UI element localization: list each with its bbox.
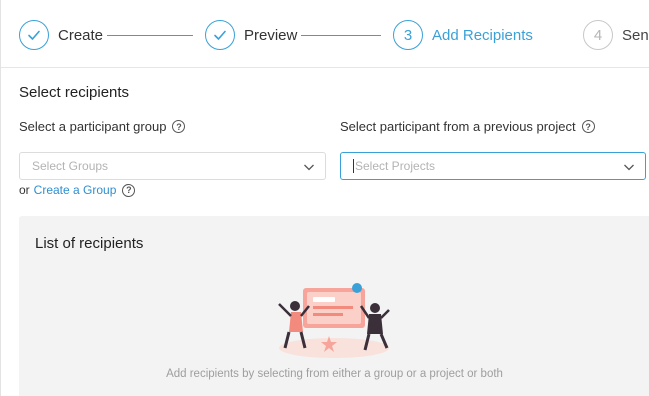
project-label-text: Select participant from a previous proje… (340, 119, 576, 134)
text-cursor (353, 159, 354, 173)
stepper: Create Preview 3 Add Recipients 4 Send (1, 0, 649, 68)
check-icon (205, 20, 235, 50)
help-icon[interactable]: ? (172, 120, 186, 133)
step-create[interactable]: Create (19, 19, 103, 51)
step-label: Preview (244, 26, 298, 44)
step-label: Send (622, 26, 649, 44)
chevron-down-icon (304, 164, 314, 171)
chevron-down-icon (624, 164, 634, 171)
step-add-recipients[interactable]: 3 Add Recipients (393, 19, 533, 51)
section-title: Select recipients (19, 84, 130, 101)
project-select-placeholder: Select Projects (355, 159, 436, 173)
step-label: Create (58, 26, 104, 44)
help-icon[interactable]: ? (581, 120, 595, 133)
empty-state-illustration (278, 283, 390, 358)
step-label: Add Recipients (432, 26, 533, 44)
project-select[interactable]: Select Projects (340, 152, 646, 180)
group-select-placeholder: Select Groups (32, 159, 109, 173)
recipients-panel: List of recipients Add recipients by sel… (19, 216, 649, 396)
create-group-link[interactable]: Create a Group (34, 183, 117, 197)
wizard-frame: Create Preview 3 Add Recipients 4 Send S… (0, 0, 649, 396)
panel-title: List of recipients (35, 235, 144, 252)
create-group-row: or Create a Group ? (19, 183, 136, 197)
group-label-text: Select a participant group (19, 119, 167, 134)
help-icon[interactable]: ? (122, 183, 136, 197)
or-text: or (19, 183, 30, 197)
group-select[interactable]: Select Groups (19, 152, 326, 180)
empty-state-message: Add recipients by selecting from either … (166, 368, 503, 380)
step-number: 3 (393, 20, 423, 50)
step-send[interactable]: 4 Send (583, 19, 649, 51)
step-preview[interactable]: Preview (205, 19, 297, 51)
group-field-label: Select a participant group ? (19, 119, 186, 134)
step-connector (301, 35, 381, 36)
project-field-label: Select participant from a previous proje… (340, 119, 595, 134)
step-connector (107, 35, 193, 36)
check-icon (19, 20, 49, 50)
step-number: 4 (583, 20, 613, 50)
